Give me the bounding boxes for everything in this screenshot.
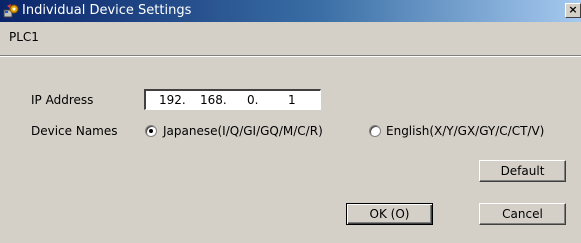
close-button[interactable]: × (565, 3, 581, 18)
radio-english[interactable] (369, 125, 381, 137)
device-settings-icon (3, 3, 20, 19)
ip-octet-2[interactable]: 168. (200, 93, 227, 107)
ok-button[interactable]: OK (O) (346, 203, 433, 225)
default-button[interactable]: Default (479, 160, 566, 182)
window-title: Individual Device Settings (22, 3, 192, 18)
ip-address-field[interactable]: 192. 168. 0. 1 (144, 89, 321, 110)
cancel-button[interactable]: Cancel (479, 203, 566, 225)
radio-selected-dot (149, 129, 153, 133)
ip-octet-4[interactable]: 1 (288, 93, 296, 107)
close-icon: × (568, 3, 578, 16)
device-settings-dialog: Individual Device Settings × PLC1 IP Add… (0, 0, 581, 243)
device-names-label: Device Names (31, 124, 118, 138)
radio-english-label[interactable]: English(X/Y/GX/GY/C/CT/V) (386, 124, 544, 138)
device-name-label: PLC1 (9, 30, 39, 44)
ip-octet-3[interactable]: 0. (247, 93, 258, 107)
separator (0, 55, 581, 57)
ip-address-label: IP Address (31, 93, 94, 107)
title-bar[interactable]: Individual Device Settings × (0, 0, 581, 22)
radio-japanese[interactable] (145, 125, 157, 137)
ip-octet-1[interactable]: 192. (159, 93, 186, 107)
radio-japanese-label[interactable]: Japanese(I/Q/GI/GQ/M/C/R) (163, 124, 323, 138)
